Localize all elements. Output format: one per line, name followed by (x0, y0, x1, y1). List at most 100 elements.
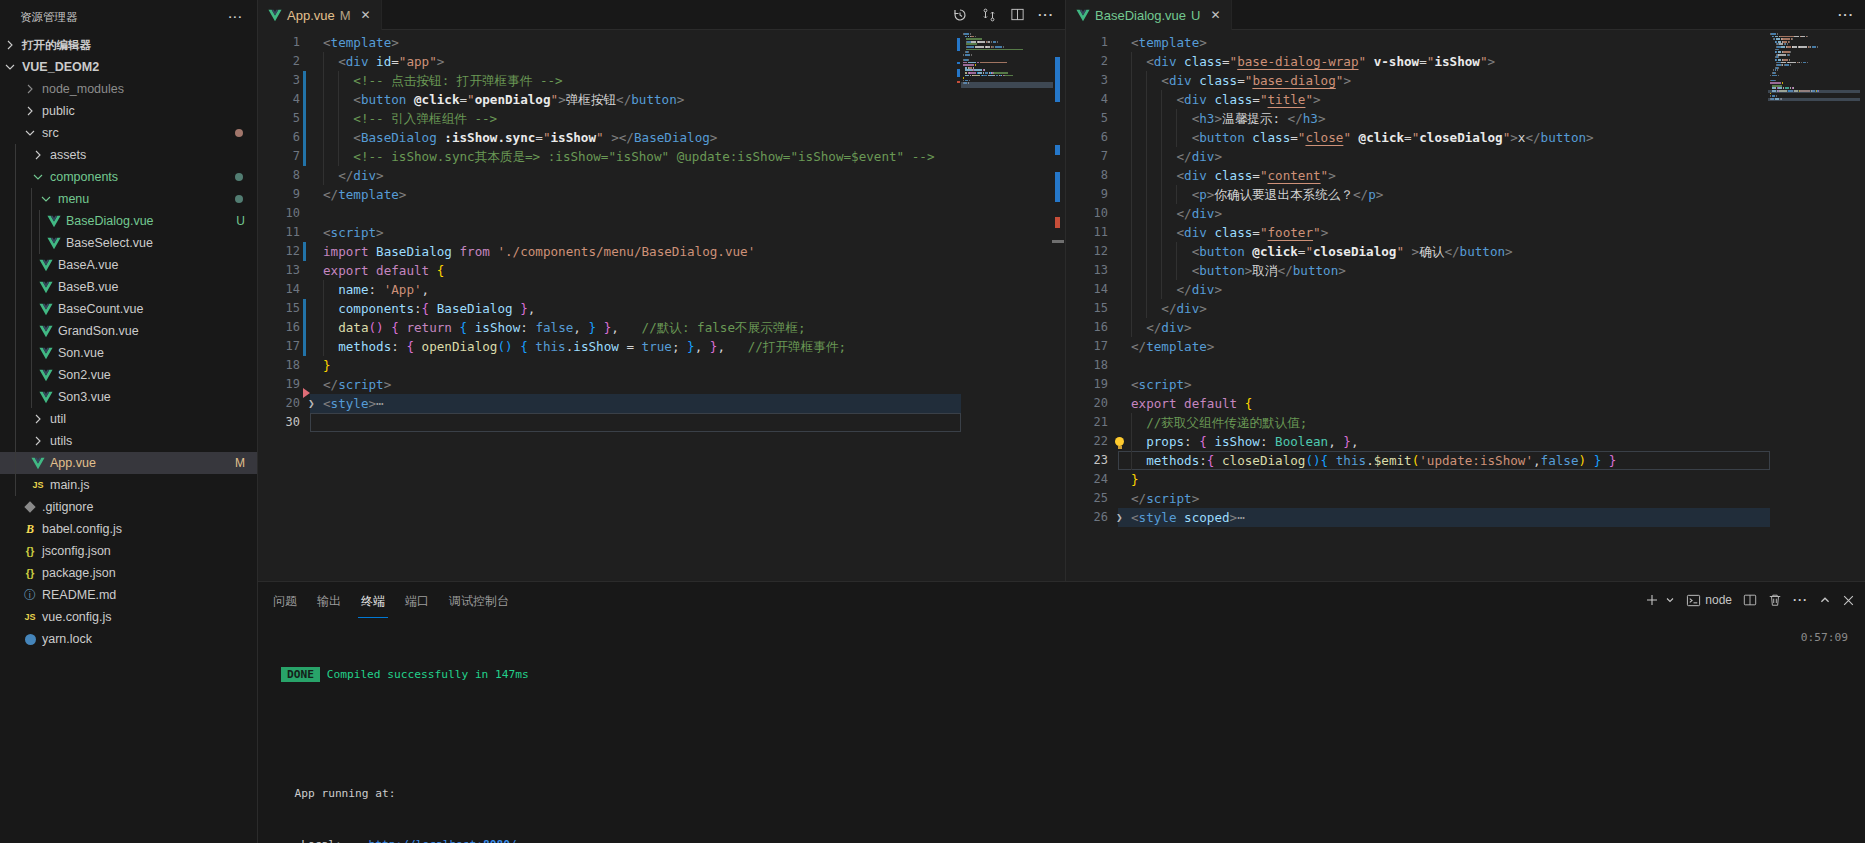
split-terminal-icon[interactable] (1743, 593, 1757, 607)
chevron-down-icon (2, 59, 18, 75)
code-line: 18} (258, 356, 1065, 375)
fold-chevron-icon[interactable]: ❯ (308, 394, 315, 413)
panel-more-actions-icon[interactable]: ··· (1793, 593, 1808, 607)
line-number: 18 (1066, 356, 1108, 375)
explorer-tree: 打开的编辑器VUE_DEOM2node_modulespublic src asse… (0, 34, 257, 650)
folder-item-components[interactable]: components (0, 166, 257, 188)
chevron-right-icon (22, 81, 38, 97)
line-number: 4 (1066, 90, 1108, 109)
folder-item-menu[interactable]: menu (0, 188, 257, 210)
file-item-grandson-vue[interactable]: GrandSon.vue (0, 320, 257, 342)
chevron-right-icon (30, 147, 46, 163)
lightbulb-icon[interactable] (1115, 437, 1124, 446)
file-item-app-vue[interactable]: App.vueM (0, 452, 257, 474)
terminal-line-running: App running at: (281, 785, 1865, 802)
vue-icon (39, 258, 53, 272)
file-item-yarn-lock[interactable]: yarn.lock (0, 628, 257, 650)
code-line: 26❯<style scoped>⋯ (1066, 508, 1865, 527)
terminal-shell-item[interactable]: node (1686, 593, 1732, 608)
panel-tab-端口[interactable]: 端口 (402, 583, 432, 618)
file-item-baseb-vue[interactable]: BaseB.vue (0, 276, 257, 298)
code-line: 8 <div class="content"> (1066, 166, 1865, 185)
item-label: GrandSon.vue (58, 324, 257, 338)
code-line: 4 <button @click="openDialog">弹框按钮</butt… (258, 90, 1065, 109)
code-line: 16 </div> (1066, 318, 1865, 337)
code-line: 30 (258, 413, 1065, 432)
file-item-package-json[interactable]: {}package.json (0, 562, 257, 584)
folder-item-node-modules[interactable]: node_modules (0, 78, 257, 100)
folder-item-util[interactable]: util (0, 408, 257, 430)
line-number: 9 (1066, 185, 1108, 204)
file-item--gitignore[interactable]: .gitignore (0, 496, 257, 518)
item-label: BaseA.vue (58, 258, 257, 272)
line-number: 17 (1066, 337, 1108, 356)
folder-item-public[interactable]: public (0, 100, 257, 122)
git-modified-mark (303, 318, 306, 337)
more-actions-icon[interactable]: ··· (1038, 7, 1054, 22)
line-number: 4 (258, 90, 300, 109)
panel-tab-调试控制台[interactable]: 调试控制台 (446, 583, 512, 618)
close-panel-icon[interactable] (1842, 594, 1855, 607)
close-tab-icon[interactable]: ✕ (1210, 8, 1220, 22)
code-editor[interactable]: 1<template>2 <div class="base-dialog-wra… (1066, 30, 1865, 581)
code-line: 9 <p>你确认要退出本系统么？</p> (1066, 185, 1865, 204)
bottom-panel: 问题输出终端端口调试控制台 node ··· DONE Compiled (258, 581, 1865, 843)
folder-item-src[interactable]: src (0, 122, 257, 144)
overview-ruler[interactable] (1051, 30, 1065, 581)
file-item-vue-config-js[interactable]: JSvue.config.js (0, 606, 257, 628)
line-number: 5 (258, 109, 300, 128)
item-label: BaseCount.vue (58, 302, 257, 316)
split-editor-icon[interactable] (1010, 7, 1025, 22)
file-item-son2-vue[interactable]: Son2.vue (0, 364, 257, 386)
code-line: 9</template> (258, 185, 1065, 204)
explorer-more-actions-icon[interactable]: ··· (229, 11, 244, 23)
terminal-dropdown-icon[interactable] (1665, 595, 1675, 605)
git-modified-mark (303, 128, 306, 147)
done-badge: DONE (281, 667, 320, 682)
git-modified-mark (303, 337, 306, 356)
tab-app-vue[interactable]: App.vueM✕ (258, 0, 382, 30)
file-item-basecount-vue[interactable]: BaseCount.vue (0, 298, 257, 320)
code-line: 2 <div class="base-dialog-wrap" v-show="… (1066, 52, 1865, 71)
line-number: 20 (1066, 394, 1108, 413)
maximize-panel-icon[interactable] (1819, 594, 1831, 606)
line-number: 12 (1066, 242, 1108, 261)
folder-item-assets[interactable]: assets (0, 144, 257, 166)
item-label: src (42, 126, 235, 140)
file-item-basea-vue[interactable]: BaseA.vue (0, 254, 257, 276)
open-editors-section[interactable]: 打开的编辑器 (0, 34, 257, 56)
code-line: 21 //获取父组件传递的默认值; (1066, 413, 1865, 432)
local-url-link[interactable]: http://localhost:8080/ (369, 838, 517, 843)
line-number: 16 (258, 318, 300, 337)
git-modified-mark (303, 109, 306, 128)
code-line: 19<script> (1066, 375, 1865, 394)
file-item-son3-vue[interactable]: Son3.vue (0, 386, 257, 408)
file-item-jsconfig-json[interactable]: {}jsconfig.json (0, 540, 257, 562)
fold-chevron-icon[interactable]: ❯ (1116, 508, 1123, 527)
code-line: 18 (1066, 356, 1865, 375)
line-number: 25 (1066, 489, 1108, 508)
code-editor[interactable]: 1<template>2 <div id="app">3 <!-- 点击按钮: … (258, 30, 1065, 581)
tab-basedialog-vue[interactable]: BaseDialog.vueU✕ (1066, 0, 1232, 30)
git-modified-mark (303, 299, 306, 318)
workspace-root[interactable]: VUE_DEOM2 (0, 56, 257, 78)
new-terminal-icon[interactable] (1645, 593, 1659, 607)
overview-ruler[interactable] (1858, 30, 1865, 581)
file-item-readme-md[interactable]: ⓘREADME.md (0, 584, 257, 606)
explorer-header: 资源管理器 ··· (0, 0, 257, 34)
history-icon[interactable] (952, 7, 968, 23)
file-item-son-vue[interactable]: Son.vue (0, 342, 257, 364)
panel-tab-输出[interactable]: 输出 (314, 583, 344, 618)
compare-changes-icon[interactable] (981, 7, 997, 23)
file-item-main-js[interactable]: JSmain.js (0, 474, 257, 496)
file-item-babel-config-js[interactable]: Bbabel.config.js (0, 518, 257, 540)
chevron-down-icon (22, 125, 38, 141)
panel-tab-问题[interactable]: 问题 (270, 583, 300, 618)
folder-item-utils[interactable]: utils (0, 430, 257, 452)
panel-tab-终端[interactable]: 终端 (358, 583, 388, 618)
git-modified-mark (303, 71, 306, 90)
more-actions-icon[interactable]: ··· (1838, 7, 1854, 22)
minimap (963, 33, 1051, 87)
kill-terminal-icon[interactable] (1768, 593, 1782, 607)
close-tab-icon[interactable]: ✕ (361, 8, 371, 22)
